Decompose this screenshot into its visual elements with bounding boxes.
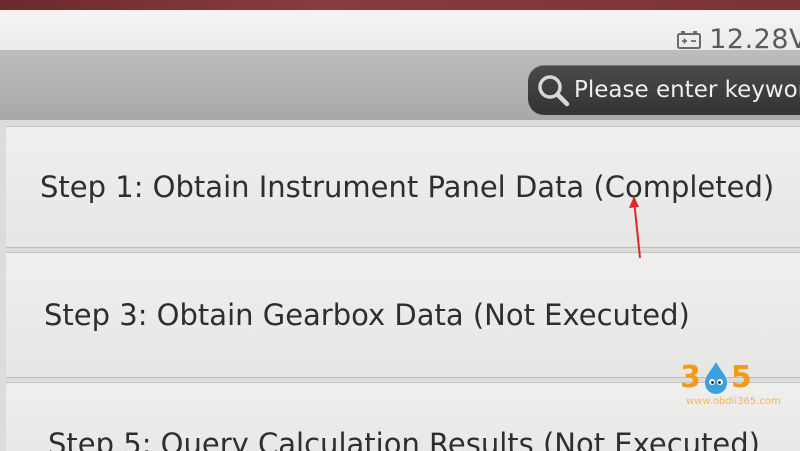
- watermark-digit-left: 3: [680, 360, 701, 395]
- step-label: Step 1: Obtain Instrument Panel Data (Co…: [40, 170, 775, 204]
- search-box[interactable]: [528, 65, 800, 115]
- step-item-1[interactable]: Step 1: Obtain Instrument Panel Data (Co…: [6, 126, 800, 248]
- watermark-digits: 3 5: [680, 360, 752, 395]
- watermark-logo: 3 5 www.obdii365.com: [676, 360, 796, 410]
- watermark-digit-right: 5: [730, 360, 752, 395]
- battery-icon: [677, 30, 702, 49]
- red-arrow-annotation: [629, 196, 641, 259]
- status-bar: 12.28V: [0, 10, 800, 55]
- search-icon[interactable]: [536, 73, 570, 107]
- search-input[interactable]: [570, 77, 800, 103]
- step-label: Step 3: Obtain Gearbox Data (Not Execute…: [44, 298, 690, 332]
- watermark-url: www.obdii365.com: [686, 396, 781, 407]
- diagnostic-screen: 12.28V Step 1: Obtain Instrument Panel D…: [0, 0, 800, 451]
- droplet-mascot-icon: [704, 361, 727, 394]
- step-label: Step 5: Query Calculation Results (Not E…: [48, 427, 761, 451]
